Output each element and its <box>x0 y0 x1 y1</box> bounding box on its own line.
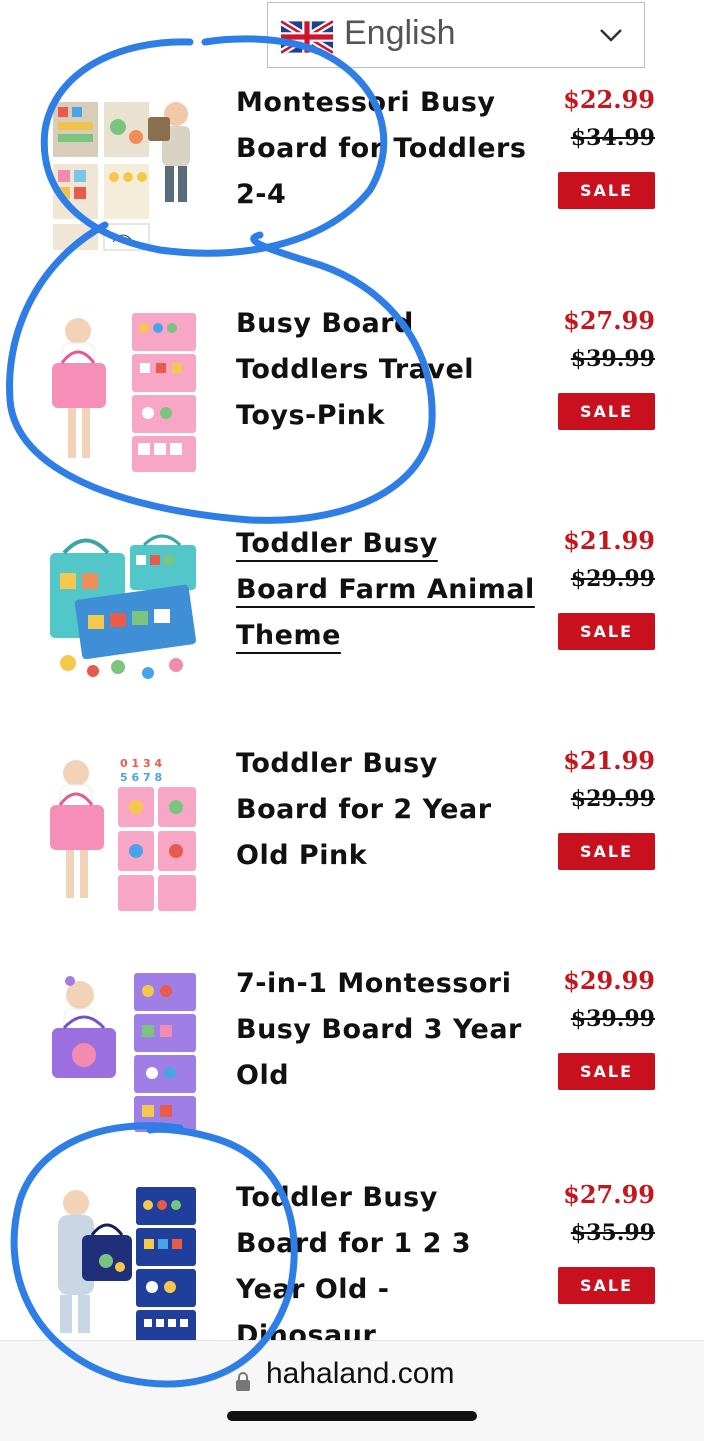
product-title[interactable]: Montessori Busy Board for Toddlers 2-4 <box>236 80 536 218</box>
sale-badge: SALE <box>558 1267 655 1304</box>
svg-text:0 1 3 4: 0 1 3 4 <box>120 757 162 770</box>
sale-price: $21.99 <box>563 746 655 775</box>
product-title[interactable]: Toddler Busy Board for 1 2 3 Year Old - … <box>236 1175 536 1359</box>
product-title[interactable]: Busy Board Toddlers Travel Toys-Pink <box>236 301 536 439</box>
uk-flag-icon <box>281 19 333 55</box>
url-text[interactable]: hahaland.com <box>266 1357 454 1391</box>
compare-at-price: $34.99 <box>570 125 655 151</box>
sale-price: $27.99 <box>563 1180 655 1209</box>
product-image[interactable] <box>48 1187 198 1347</box>
home-indicator[interactable] <box>227 1411 477 1421</box>
sale-badge: SALE <box>558 393 655 430</box>
product-image[interactable] <box>48 533 198 693</box>
sale-badge: SALE <box>558 613 655 650</box>
product-item[interactable]: Busy Board Toddlers Travel Toys-Pink $27… <box>0 301 704 521</box>
product-title[interactable]: Toddler Busy Board for 2 Year Old Pink <box>236 741 536 879</box>
product-title[interactable]: 7-in-1 Montessori Busy Board 3 Year Old <box>236 961 536 1099</box>
product-item[interactable]: 7-in-1 Montessori Busy Board 3 Year Old … <box>0 961 704 1181</box>
compare-at-price: $39.99 <box>570 346 655 372</box>
compare-at-price: $39.99 <box>570 1006 655 1032</box>
sale-badge: SALE <box>558 1053 655 1090</box>
sale-price: $29.99 <box>563 966 655 995</box>
product-image[interactable] <box>48 973 198 1133</box>
product-item[interactable]: Montessori Busy Board for Toddlers 2-4 $… <box>0 80 704 300</box>
language-label: English <box>344 14 456 52</box>
product-image[interactable]: 0 1 3 4 5 6 7 8 <box>48 753 198 913</box>
browser-address-bar[interactable]: hahaland.com <box>0 1340 704 1441</box>
sale-badge: SALE <box>558 172 655 209</box>
compare-at-price: $35.99 <box>570 1220 655 1246</box>
product-image[interactable] <box>48 92 198 252</box>
sale-price: $21.99 <box>563 526 655 555</box>
product-item[interactable]: Toddler Busy Board Farm Animal Theme $21… <box>0 521 704 741</box>
lock-icon <box>236 1372 250 1391</box>
product-image[interactable] <box>48 313 198 473</box>
language-selector[interactable]: English <box>267 2 645 68</box>
sale-badge: SALE <box>558 833 655 870</box>
product-title[interactable]: Toddler Busy Board Farm Animal Theme <box>236 521 536 659</box>
svg-text:5 6 7 8: 5 6 7 8 <box>120 771 162 784</box>
compare-at-price: $29.99 <box>570 786 655 812</box>
sale-price: $22.99 <box>563 85 655 114</box>
compare-at-price: $29.99 <box>570 566 655 592</box>
chevron-down-icon <box>600 29 622 42</box>
sale-price: $27.99 <box>563 306 655 335</box>
product-item[interactable]: 0 1 3 4 5 6 7 8 Toddler Busy Board for 2… <box>0 741 704 961</box>
